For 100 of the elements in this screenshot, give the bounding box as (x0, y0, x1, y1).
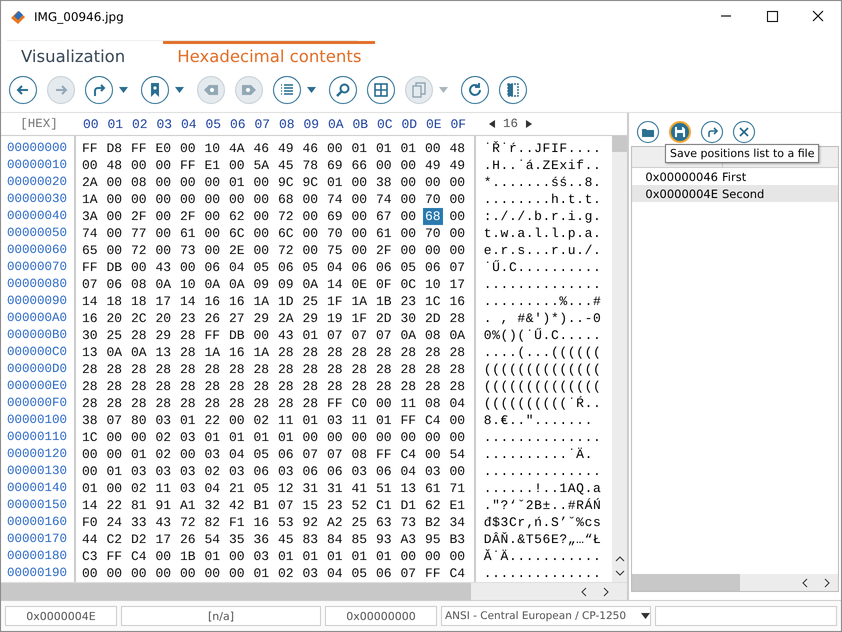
hex-byte[interactable]: C4 (447, 565, 468, 582)
hex-byte[interactable]: 00 (128, 429, 149, 446)
hex-byte[interactable]: 17 (153, 531, 174, 548)
hex-byte[interactable]: 1B (374, 293, 394, 310)
hex-byte[interactable]: 28 (128, 361, 149, 378)
hex-byte[interactable]: 70 (324, 225, 345, 242)
hex-byte[interactable]: 92 (300, 514, 320, 531)
hex-byte[interactable]: 06 (374, 463, 394, 480)
hex-byte[interactable]: 18 (128, 293, 149, 310)
hex-byte[interactable]: 28 (104, 361, 124, 378)
hex-byte[interactable]: 2C (128, 310, 149, 327)
hex-byte[interactable]: 00 (128, 157, 149, 174)
hex-byte[interactable]: 00 (202, 565, 222, 582)
hex-byte[interactable]: 4A (226, 140, 247, 157)
previous-icon[interactable] (489, 120, 495, 128)
hex-byte[interactable]: 05 (398, 259, 418, 276)
hex-byte[interactable]: 13 (153, 344, 174, 361)
hex-byte[interactable]: 14 (324, 276, 345, 293)
hex-byte[interactable]: 61 (374, 225, 394, 242)
hex-byte[interactable]: 07 (447, 259, 468, 276)
hex-byte[interactable]: 07 (374, 327, 394, 344)
hex-byte[interactable]: 03 (202, 446, 222, 463)
hex-byte[interactable]: 28 (251, 395, 272, 412)
hex-byte[interactable]: 00 (202, 191, 222, 208)
hex-byte[interactable]: 14 (80, 497, 100, 514)
scroll-up-icon[interactable] (614, 556, 624, 562)
hex-byte[interactable]: 00 (178, 191, 198, 208)
hex-byte[interactable]: 81 (128, 497, 149, 514)
hex-byte[interactable]: 15 (300, 497, 320, 514)
hex-byte[interactable]: 00 (398, 157, 418, 174)
scroll-left-icon[interactable] (581, 586, 587, 596)
hex-byte[interactable]: 2D (422, 310, 443, 327)
hex-byte[interactable]: 3A (80, 208, 100, 225)
hex-byte[interactable]: 54 (202, 531, 222, 548)
hex-byte[interactable]: 06 (251, 463, 272, 480)
hex-byte[interactable]: 25 (349, 514, 370, 531)
search-button[interactable] (329, 76, 357, 104)
hex-byte[interactable]: 28 (153, 378, 174, 395)
save-button[interactable] (669, 121, 691, 143)
hex-byte[interactable]: 85 (349, 531, 370, 548)
hex-byte[interactable]: 49 (276, 140, 296, 157)
hex-byte[interactable]: 91 (153, 497, 174, 514)
hex-byte[interactable]: 02 (128, 480, 149, 497)
hex-byte[interactable]: 03 (153, 463, 174, 480)
hex-byte[interactable]: 61 (178, 225, 198, 242)
hex-byte[interactable]: 17 (447, 276, 468, 293)
hex-byte[interactable]: 00 (104, 225, 124, 242)
hex-byte[interactable]: FF (104, 548, 124, 565)
hex-byte[interactable]: 00 (104, 174, 124, 191)
hex-byte[interactable]: 00 (153, 191, 174, 208)
tab[interactable]: Visualization (7, 41, 140, 70)
hex-byte[interactable]: 00 (300, 208, 320, 225)
hex-byte[interactable]: DB (226, 327, 247, 344)
hex-byte[interactable]: C4 (128, 548, 149, 565)
hex-byte[interactable]: 26 (178, 531, 198, 548)
hex-byte[interactable]: 00 (398, 191, 418, 208)
hex-byte[interactable]: 68 (276, 191, 296, 208)
hex-byte[interactable]: 80 (128, 412, 149, 429)
hex-byte[interactable]: 01 (324, 548, 345, 565)
hex-byte[interactable]: 28 (80, 395, 100, 412)
hex-byte[interactable]: 25 (300, 293, 320, 310)
hex-byte[interactable]: 05 (349, 565, 370, 582)
hex-byte[interactable]: 02 (153, 446, 174, 463)
hex-byte[interactable]: 11 (153, 480, 174, 497)
hex-byte[interactable]: 01 (398, 140, 418, 157)
hex-byte[interactable]: 01 (300, 327, 320, 344)
hex-byte[interactable]: 28 (349, 378, 370, 395)
hex-byte[interactable]: 08 (349, 446, 370, 463)
hex-byte[interactable]: 16 (202, 293, 222, 310)
hex-byte[interactable]: 06 (349, 259, 370, 276)
hex-byte[interactable]: FF (178, 157, 198, 174)
hex-byte[interactable]: F1 (226, 514, 247, 531)
hex-byte[interactable]: 28 (178, 378, 198, 395)
hex-byte[interactable]: 04 (324, 565, 345, 582)
horizontal-scrollbar[interactable] (1, 582, 627, 600)
hex-byte[interactable]: 05 (251, 259, 272, 276)
hex-byte[interactable]: 01 (80, 480, 100, 497)
hex-byte[interactable]: 41 (349, 480, 370, 497)
hex-byte[interactable]: 70 (422, 191, 443, 208)
hex-byte[interactable]: 72 (178, 514, 198, 531)
hex-byte[interactable]: 00 (178, 259, 198, 276)
hex-byte[interactable]: 00 (251, 225, 272, 242)
hex-byte[interactable]: 73 (398, 514, 418, 531)
hex-byte[interactable]: 10 (202, 140, 222, 157)
position-row[interactable]: 0x00000046 First (632, 168, 838, 185)
hex-byte[interactable]: 04 (324, 259, 345, 276)
hex-byte[interactable]: 03 (324, 412, 345, 429)
hex-byte[interactable]: 28 (226, 361, 247, 378)
hex-byte[interactable]: 06 (374, 565, 394, 582)
hex-byte[interactable]: 69 (324, 208, 345, 225)
hex-byte[interactable]: 00 (104, 242, 124, 259)
hex-byte[interactable]: 00 (422, 174, 443, 191)
hex-byte[interactable]: 07 (349, 327, 370, 344)
hex-byte[interactable]: 28 (374, 344, 394, 361)
hex-byte[interactable]: 0A (153, 276, 174, 293)
hex-byte[interactable]: 10 (422, 276, 443, 293)
hex-byte[interactable]: 28 (447, 310, 468, 327)
hex-byte[interactable]: 22 (202, 412, 222, 429)
hex-byte[interactable]: 01 (374, 412, 394, 429)
hex-byte[interactable]: 04 (447, 395, 468, 412)
